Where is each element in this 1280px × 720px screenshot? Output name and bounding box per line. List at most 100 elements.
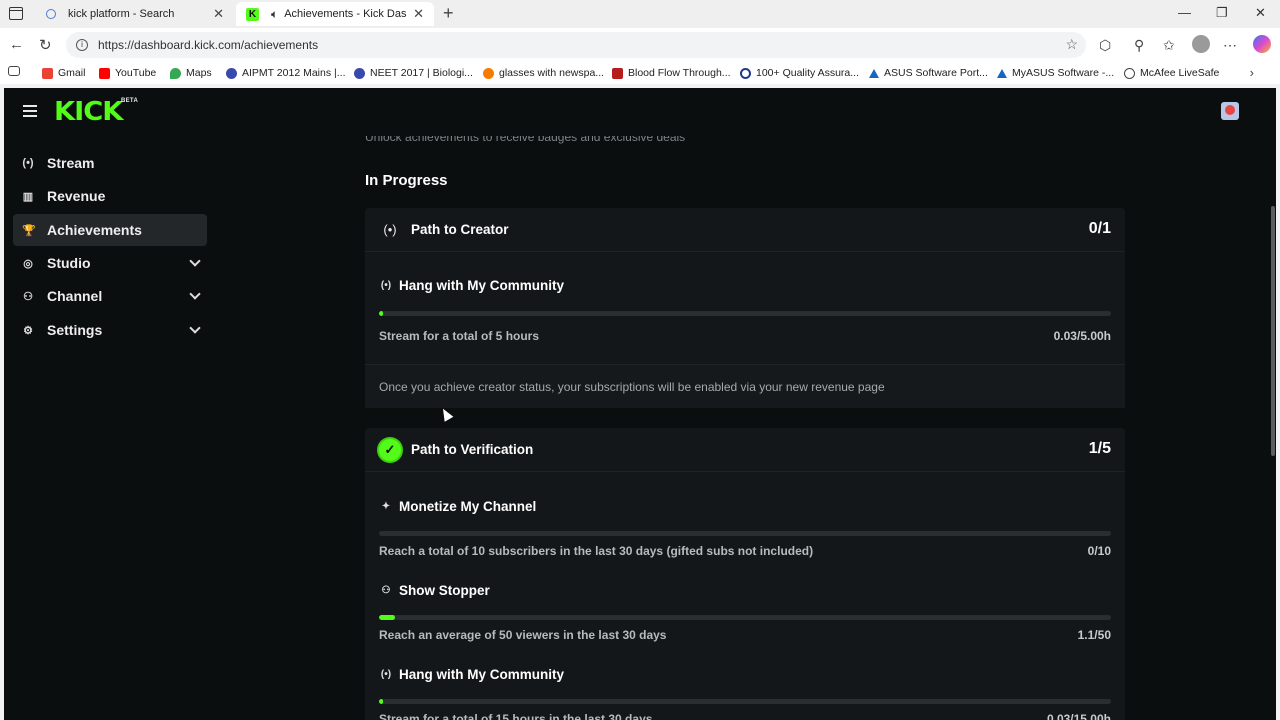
sidebar-item-achievements[interactable]: 🏆 Achievements xyxy=(13,214,207,246)
card-progress-count: 1/5 xyxy=(1088,440,1111,457)
bookmark-label: NEET 2017 | Biologi... xyxy=(370,67,473,79)
reading-list-icon[interactable] xyxy=(8,66,20,76)
achievement-item: (•) Hang with My Community Stream for a … xyxy=(365,640,1125,720)
bookmark-glasses[interactable]: glasses with newspa... xyxy=(483,67,604,79)
chevron-right-icon[interactable]: › xyxy=(1250,65,1254,80)
close-icon[interactable]: ✕ xyxy=(413,6,424,22)
sidebar: (•) Stream ▥ Revenue 🏆 Achievements ◎ St… xyxy=(4,136,218,720)
window-menu-icon[interactable] xyxy=(9,7,23,20)
chevron-down-icon[interactable] xyxy=(189,322,201,334)
sidebar-item-label: Studio xyxy=(47,255,91,271)
achievement-description: Stream for a total of 15 hours in the la… xyxy=(379,712,653,720)
favorite-star-icon[interactable]: ☆ xyxy=(1065,36,1078,53)
extensions-icon[interactable]: ⬡ xyxy=(1099,37,1111,54)
sidebar-item-studio[interactable]: ◎ Studio xyxy=(13,247,207,279)
favorites-icon[interactable]: ✩ xyxy=(1163,37,1175,54)
achievement-title: Hang with My Community xyxy=(399,278,564,293)
broadcast-icon: (•) xyxy=(380,669,392,680)
progress-bar xyxy=(379,311,1111,316)
bookmark-icon xyxy=(612,67,623,79)
achievement-title: Show Stopper xyxy=(399,583,490,598)
sidebar-item-label: Channel xyxy=(47,288,103,304)
bookmark-youtube[interactable]: YouTube xyxy=(99,67,156,79)
sidebar-item-channel[interactable]: ⚇ Channel xyxy=(13,280,207,312)
bookmark-neet[interactable]: NEET 2017 | Biologi... xyxy=(354,67,473,79)
card-title: Path to Verification xyxy=(411,442,534,457)
achievement-description: Stream for a total of 5 hours xyxy=(379,329,540,343)
sparkle-icon: ✦ xyxy=(381,501,391,512)
asus-icon xyxy=(997,68,1007,78)
bookmark-aipmt[interactable]: AIPMT 2012 Mains |... xyxy=(226,67,346,79)
card-header[interactable]: (•) Path to Creator 0/1 xyxy=(365,208,1125,252)
progress-bar xyxy=(379,531,1111,536)
restore-icon[interactable]: ❐ xyxy=(1216,5,1228,21)
scrollbar-thumb[interactable] xyxy=(1271,206,1275,456)
channel-icon: ⚇ xyxy=(23,290,33,303)
broadcast-icon: (•) xyxy=(380,280,392,291)
asus-icon xyxy=(869,68,879,78)
users-icon: ⚇ xyxy=(381,585,391,596)
sidebar-item-settings[interactable]: ⚙ Settings xyxy=(13,314,207,346)
browser-essentials-icon[interactable]: ⚲ xyxy=(1134,37,1144,54)
more-menu-icon[interactable]: ⋯ xyxy=(1223,37,1237,54)
close-window-icon[interactable]: ✕ xyxy=(1255,5,1266,21)
speaker-icon[interactable]: 🔈︎ xyxy=(271,7,278,22)
studio-icon: ◎ xyxy=(23,257,33,270)
bookmark-label: Gmail xyxy=(58,67,86,79)
card-title: Path to Creator xyxy=(411,222,509,237)
new-tab-button[interactable]: + xyxy=(443,3,454,24)
bookmark-asus-portal[interactable]: ASUS Software Port... xyxy=(869,67,988,79)
achievement-desc-row: Stream for a total of 5 hours 0.03/5.00h xyxy=(379,329,1111,343)
achievement-item: ✦ Monetize My Channel Reach a total of 1… xyxy=(365,472,1125,558)
reload-icon[interactable]: ↻ xyxy=(39,36,52,54)
url-text: https://dashboard.kick.com/achievements xyxy=(98,38,319,52)
section-title: In Progress xyxy=(365,172,448,189)
sidebar-item-revenue[interactable]: ▥ Revenue xyxy=(13,180,207,212)
scrollbar[interactable] xyxy=(1270,206,1276,466)
achievement-title: Monetize My Channel xyxy=(399,499,537,514)
globe-icon xyxy=(1124,67,1135,79)
sidebar-item-label: Stream xyxy=(47,155,95,171)
bookmark-label: ASUS Software Port... xyxy=(884,67,988,79)
kick-dashboard: KICK BETA (•) Stream ▥ Revenue 🏆 Achieve… xyxy=(4,88,1276,720)
broadcast-icon: (•) xyxy=(383,222,397,237)
browser-tab-achievements[interactable]: K 🔈︎ Achievements - Kick Dashbo ✕ xyxy=(236,2,434,26)
bookmark-label: 100+ Quality Assura... xyxy=(756,67,860,79)
bookmark-blood-flow[interactable]: Blood Flow Through... xyxy=(612,67,731,79)
bookmark-gmail[interactable]: Gmail xyxy=(42,67,85,79)
card-header[interactable]: ✓ Path to Verification 1/5 xyxy=(365,428,1125,472)
hamburger-menu-icon[interactable] xyxy=(23,105,37,117)
trophy-icon: 🏆 xyxy=(22,224,36,237)
url-field[interactable]: i https://dashboard.kick.com/achievement… xyxy=(66,32,1086,58)
bookmark-mcafee[interactable]: McAfee LiveSafe xyxy=(1124,67,1219,79)
achievement-card-creator: (•) Path to Creator 0/1 (•) Hang with My… xyxy=(365,208,1125,408)
bookmark-myasus[interactable]: MyASUS Software -... xyxy=(997,67,1114,79)
achievement-value: 0.03/15.00h xyxy=(1046,712,1111,720)
close-icon[interactable]: ✕ xyxy=(213,6,224,22)
tab-title: kick platform - Search xyxy=(68,8,175,20)
sidebar-item-stream[interactable]: (•) Stream xyxy=(13,147,207,179)
bookmarks-bar: Gmail YouTube Maps AIPMT 2012 Mains |...… xyxy=(0,62,1280,84)
creator-note: Once you achieve creator status, your su… xyxy=(365,364,1125,408)
bookmark-label: MyASUS Software -... xyxy=(1012,67,1115,79)
profile-avatar-icon[interactable] xyxy=(1192,35,1210,53)
card-progress-count: 0/1 xyxy=(1088,220,1111,237)
back-icon[interactable]: ← xyxy=(9,36,24,53)
chevron-down-icon[interactable] xyxy=(189,288,201,300)
avatar[interactable] xyxy=(1221,102,1239,120)
progress-bar xyxy=(379,615,1111,620)
browser-tab-search[interactable]: kick platform - Search ✕ xyxy=(36,2,234,26)
bookmark-maps[interactable]: Maps xyxy=(170,67,212,79)
achievement-title-row: (•) Hang with My Community xyxy=(379,667,564,682)
tab-title: Achievements - Kick Dashbo xyxy=(284,8,407,20)
kick-logo[interactable]: KICK xyxy=(54,97,123,127)
minimize-icon[interactable]: — xyxy=(1178,5,1191,20)
sidebar-item-label: Settings xyxy=(47,322,103,338)
copilot-icon[interactable] xyxy=(1253,35,1271,53)
site-info-icon[interactable]: i xyxy=(76,39,88,51)
bookmark-qa[interactable]: 100+ Quality Assura... xyxy=(740,67,859,79)
e-icon xyxy=(226,67,237,79)
achievement-title: Hang with My Community xyxy=(399,667,564,682)
chevron-down-icon[interactable] xyxy=(189,255,201,267)
bookmark-label: AIPMT 2012 Mains |... xyxy=(242,67,346,79)
